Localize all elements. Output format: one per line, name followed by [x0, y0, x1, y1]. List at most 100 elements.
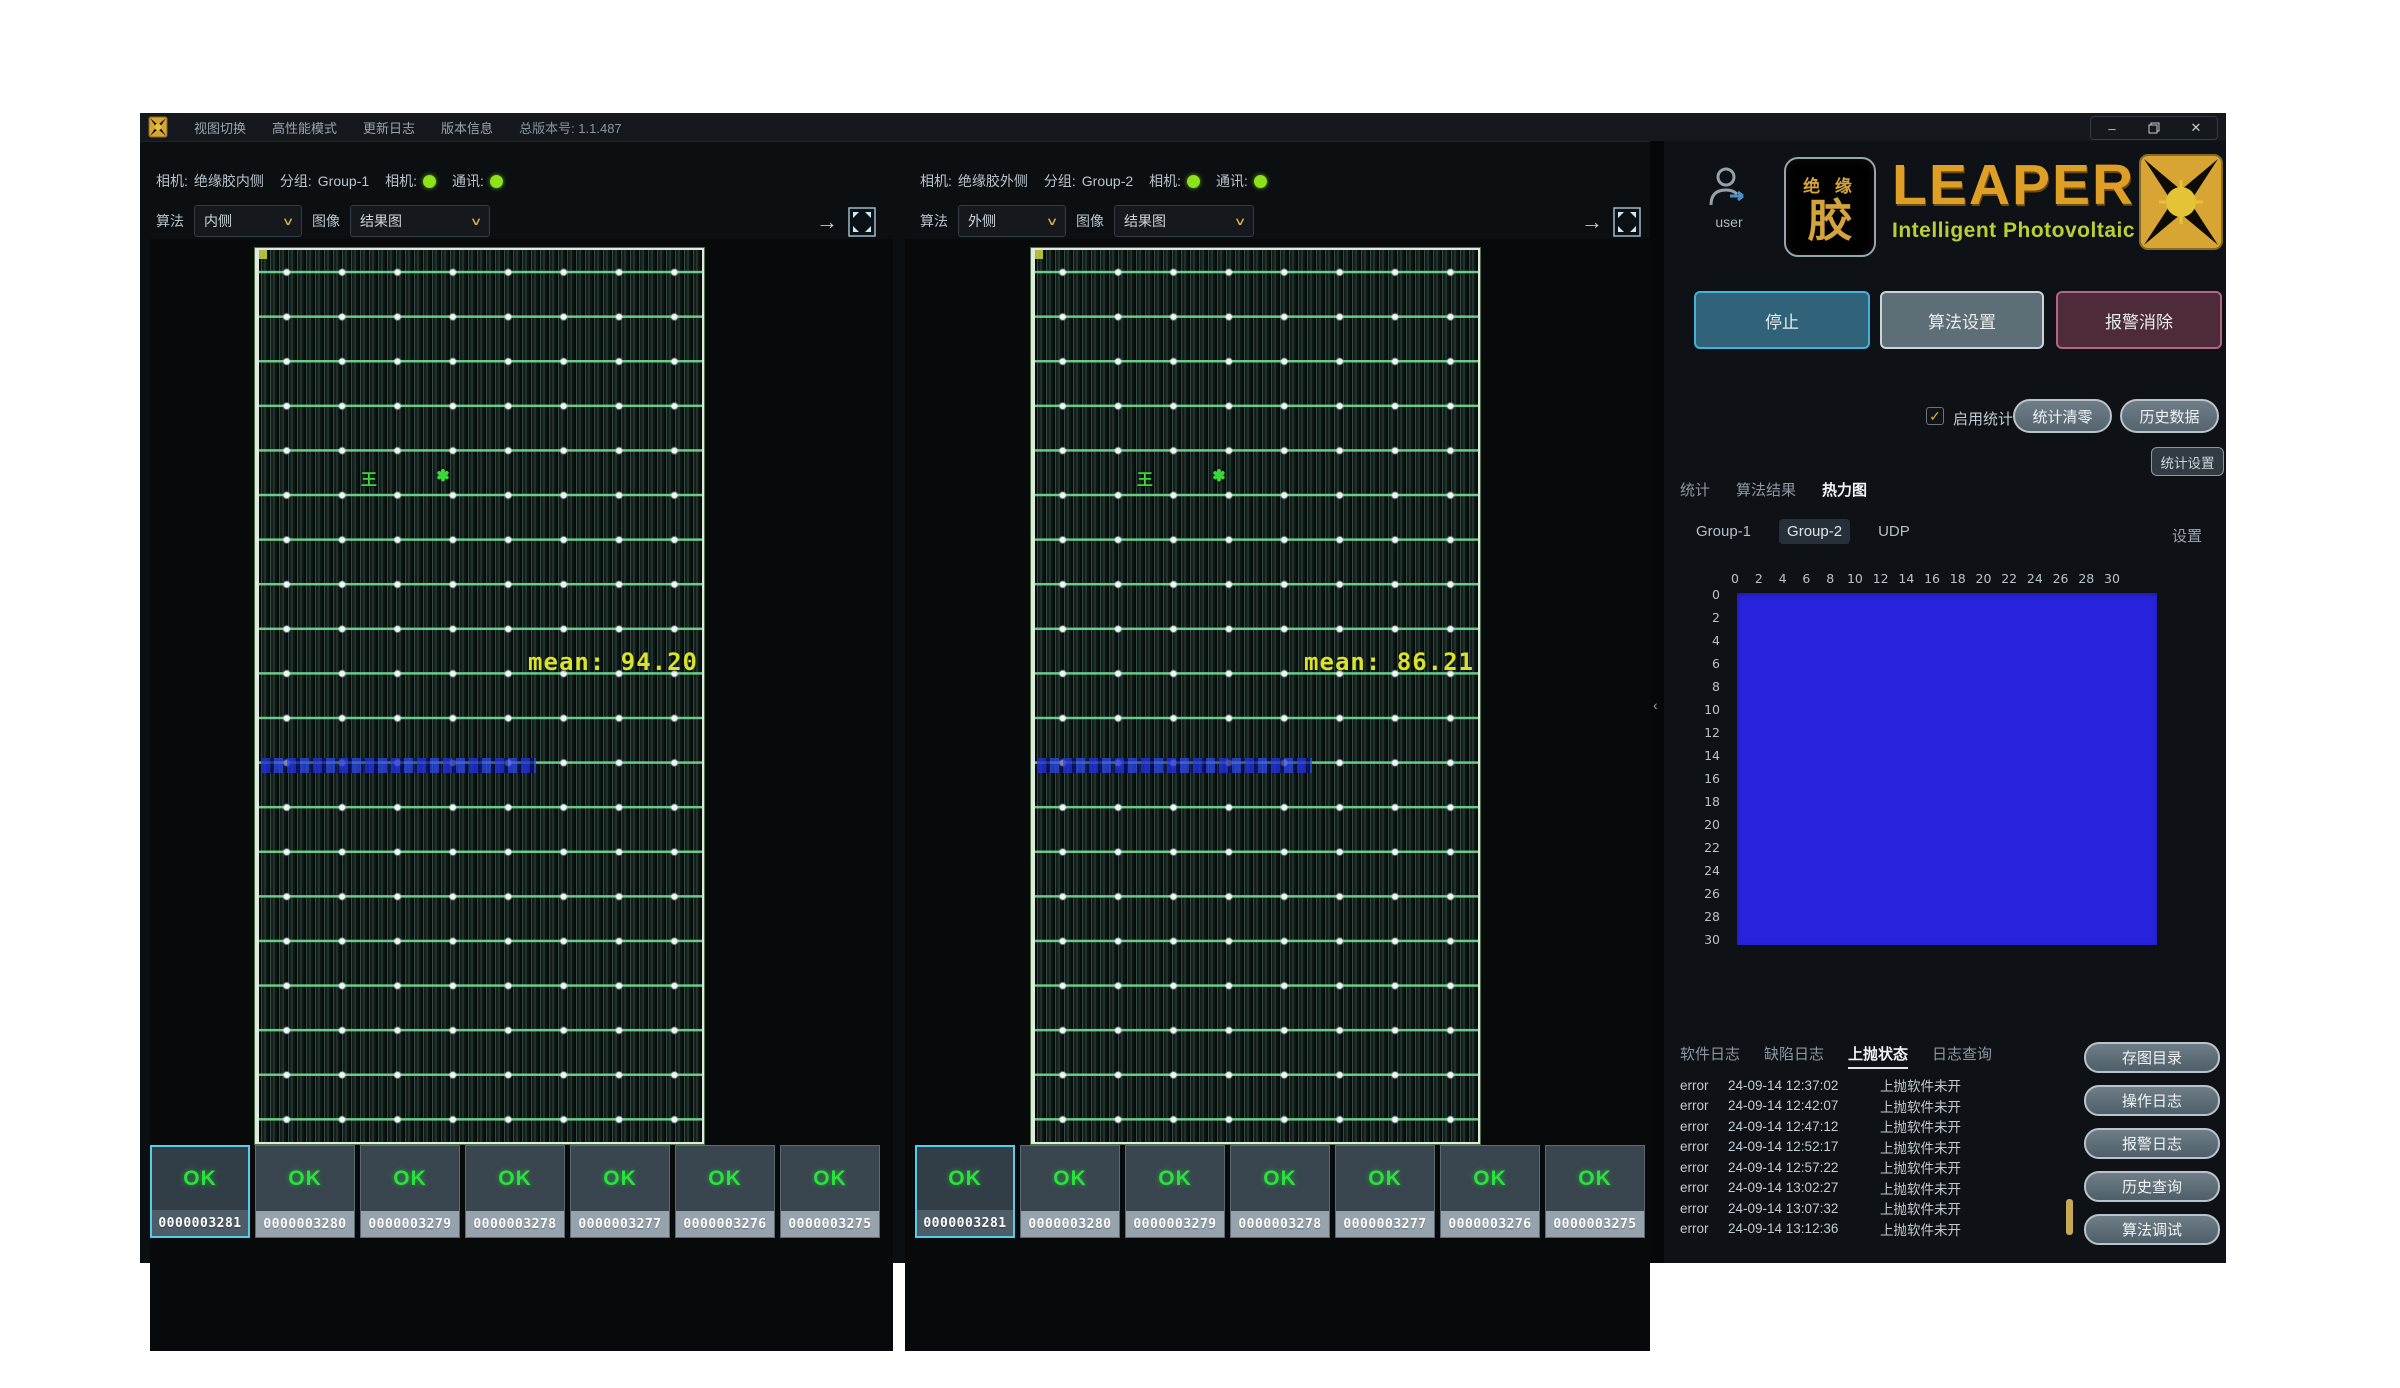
- tile-serial: 0000003281: [152, 1210, 248, 1236]
- product-badge: 绝 缘 胶: [1784, 157, 1876, 257]
- heatmap-x-axis: 024681012141618202224262830: [1728, 571, 2120, 586]
- log-side-button[interactable]: 算法调试: [2084, 1214, 2220, 1245]
- heatmap-x-tick: 8: [1823, 571, 1837, 586]
- app-window: 视图切换高性能模式更新日志版本信息 总版本号: 1.1.487 – ✕ 相机:绝…: [140, 113, 2226, 1263]
- minimize-icon[interactable]: –: [2091, 117, 2133, 139]
- fullscreen-icon[interactable]: [848, 207, 876, 237]
- menu-item[interactable]: 更新日志: [363, 118, 415, 137]
- view-tab[interactable]: 热力图: [1822, 479, 1867, 500]
- heatmap-y-tick: 2: [1712, 610, 1720, 625]
- algorithm-select[interactable]: 外侧 ∨: [958, 205, 1066, 237]
- stats-settings-button[interactable]: 统计设置: [2151, 447, 2224, 476]
- send-arrow-icon[interactable]: →: [816, 211, 838, 233]
- enable-stats-checkbox[interactable]: ✓: [1926, 407, 1944, 425]
- log-entry: error 24-09-14 13:07:32 上抛软件未开: [1680, 1198, 2065, 1219]
- heatmap-plot[interactable]: [1737, 593, 2157, 945]
- collapse-handle-icon[interactable]: ‹: [1653, 697, 1658, 713]
- result-tile[interactable]: OK 0000003277: [570, 1145, 670, 1238]
- group-tab[interactable]: Group-1: [1688, 519, 1759, 544]
- result-tile[interactable]: OK 0000003279: [1125, 1145, 1225, 1238]
- log-time: 24-09-14 13:02:27: [1728, 1180, 1880, 1195]
- tile-status: OK: [781, 1146, 879, 1211]
- user-block[interactable]: user: [1692, 165, 1766, 230]
- view-tab[interactable]: 算法结果: [1736, 479, 1796, 500]
- result-tile[interactable]: OK 0000003279: [360, 1145, 460, 1238]
- result-tile[interactable]: OK 0000003276: [675, 1145, 775, 1238]
- camera2-result-image[interactable]: 王 ✽ mean: 86.21: [1031, 248, 1480, 1144]
- camera1-result-image[interactable]: 王 ✽ mean: 94.20: [255, 248, 704, 1144]
- algorithm-settings-button[interactable]: 算法设置: [1880, 291, 2044, 349]
- restore-icon[interactable]: [2133, 117, 2175, 139]
- chevron-down-icon: ∨: [470, 215, 483, 228]
- log-level: error: [1680, 1139, 1728, 1154]
- tile-status: OK: [466, 1146, 564, 1211]
- heatmap-settings-button[interactable]: 设置: [2172, 525, 2202, 546]
- log-side-button[interactable]: 操作日志: [2084, 1085, 2220, 1116]
- send-arrow-icon[interactable]: →: [1581, 211, 1603, 233]
- log-side-button[interactable]: 历史查询: [2084, 1171, 2220, 1202]
- log-tab[interactable]: 软件日志: [1680, 1043, 1740, 1069]
- log-side-button[interactable]: 存图目录: [2084, 1042, 2220, 1073]
- tile-status: OK: [571, 1146, 669, 1211]
- log-tab[interactable]: 日志查询: [1932, 1043, 1992, 1069]
- menu-item[interactable]: 视图切换: [194, 118, 246, 137]
- result-tile[interactable]: OK 0000003278: [1230, 1145, 1330, 1238]
- stop-button[interactable]: 停止: [1694, 291, 1870, 349]
- log-entry: error 24-09-14 12:42:07 上抛软件未开: [1680, 1096, 2065, 1117]
- heatmap-y-tick: 6: [1712, 656, 1720, 671]
- log-tab[interactable]: 上抛状态: [1848, 1043, 1908, 1069]
- log-tab[interactable]: 缺陷日志: [1764, 1043, 1824, 1069]
- tile-serial: 0000003278: [466, 1211, 564, 1237]
- camera-status-dot: [1187, 175, 1200, 188]
- fullscreen-icon[interactable]: [1613, 207, 1641, 237]
- result-tile[interactable]: OK 0000003280: [255, 1145, 355, 1238]
- result-tile[interactable]: OK 0000003280: [1020, 1145, 1120, 1238]
- tile-serial: 0000003281: [917, 1210, 1013, 1236]
- camera2-toolbar: 算法 外侧 ∨ 图像 结果图 ∨: [920, 205, 1254, 237]
- user-switch-icon: [1706, 165, 1752, 211]
- menu-item[interactable]: 版本信息: [441, 118, 493, 137]
- heatmap-y-tick: 10: [1704, 702, 1720, 717]
- group-tab[interactable]: UDP: [1870, 519, 1918, 544]
- log-entry: error 24-09-14 12:52:17 上抛软件未开: [1680, 1137, 2065, 1158]
- tile-status: OK: [1126, 1146, 1224, 1211]
- group-tabs: Group-1 Group-2 UDP: [1688, 519, 1918, 544]
- view-tab[interactable]: 统计: [1680, 479, 1710, 500]
- log-side-button[interactable]: 报警日志: [2084, 1128, 2220, 1159]
- panel-divider[interactable]: ‹: [1650, 141, 1664, 1263]
- result-tile[interactable]: OK 0000003277: [1335, 1145, 1435, 1238]
- heatmap-x-tick: 26: [2053, 571, 2069, 586]
- camera1-header: 相机:绝缘胶内侧 分组:Group-1 相机: 通讯:: [156, 171, 503, 191]
- algorithm-select[interactable]: 内侧 ∨: [194, 205, 302, 237]
- result-tile[interactable]: OK 0000003281: [150, 1145, 250, 1238]
- history-data-button[interactable]: 历史数据: [2120, 399, 2219, 433]
- log-time: 24-09-14 12:47:12: [1728, 1119, 1880, 1134]
- heatmap-x-tick: 18: [1950, 571, 1966, 586]
- result-tile[interactable]: OK 0000003281: [915, 1145, 1015, 1238]
- tile-status: OK: [1546, 1146, 1644, 1211]
- result-tile[interactable]: OK 0000003278: [465, 1145, 565, 1238]
- window-controls: – ✕: [2090, 116, 2218, 140]
- image-type-select[interactable]: 结果图 ∨: [350, 205, 490, 237]
- image-annotation-mark: ✽: [1212, 466, 1225, 486]
- log-scrollbar-thumb[interactable]: [2066, 1199, 2073, 1235]
- brand-name: LEAPER: [1892, 157, 2135, 214]
- tile-serial: 0000003279: [1126, 1211, 1224, 1237]
- menu-item[interactable]: 高性能模式: [272, 118, 337, 137]
- image-corner-marker: [259, 250, 267, 259]
- tile-status: OK: [256, 1146, 354, 1211]
- heatmap-x-tick: 28: [2078, 571, 2094, 586]
- heatmap-x-tick: 4: [1776, 571, 1790, 586]
- tile-serial: 0000003280: [1021, 1211, 1119, 1237]
- stats-clear-button[interactable]: 统计清零: [2013, 399, 2112, 433]
- result-tile[interactable]: OK 0000003275: [1545, 1145, 1645, 1238]
- log-message: 上抛软件未开: [1880, 1198, 2065, 1218]
- heatmap-y-tick: 14: [1704, 748, 1720, 763]
- result-tile[interactable]: OK 0000003276: [1440, 1145, 1540, 1238]
- alarm-clear-button[interactable]: 报警消除: [2056, 291, 2222, 349]
- image-type-select[interactable]: 结果图 ∨: [1114, 205, 1254, 237]
- close-icon[interactable]: ✕: [2175, 117, 2217, 139]
- result-tile[interactable]: OK 0000003275: [780, 1145, 880, 1238]
- log-message: 上抛软件未开: [1880, 1116, 2065, 1136]
- group-tab[interactable]: Group-2: [1779, 519, 1850, 544]
